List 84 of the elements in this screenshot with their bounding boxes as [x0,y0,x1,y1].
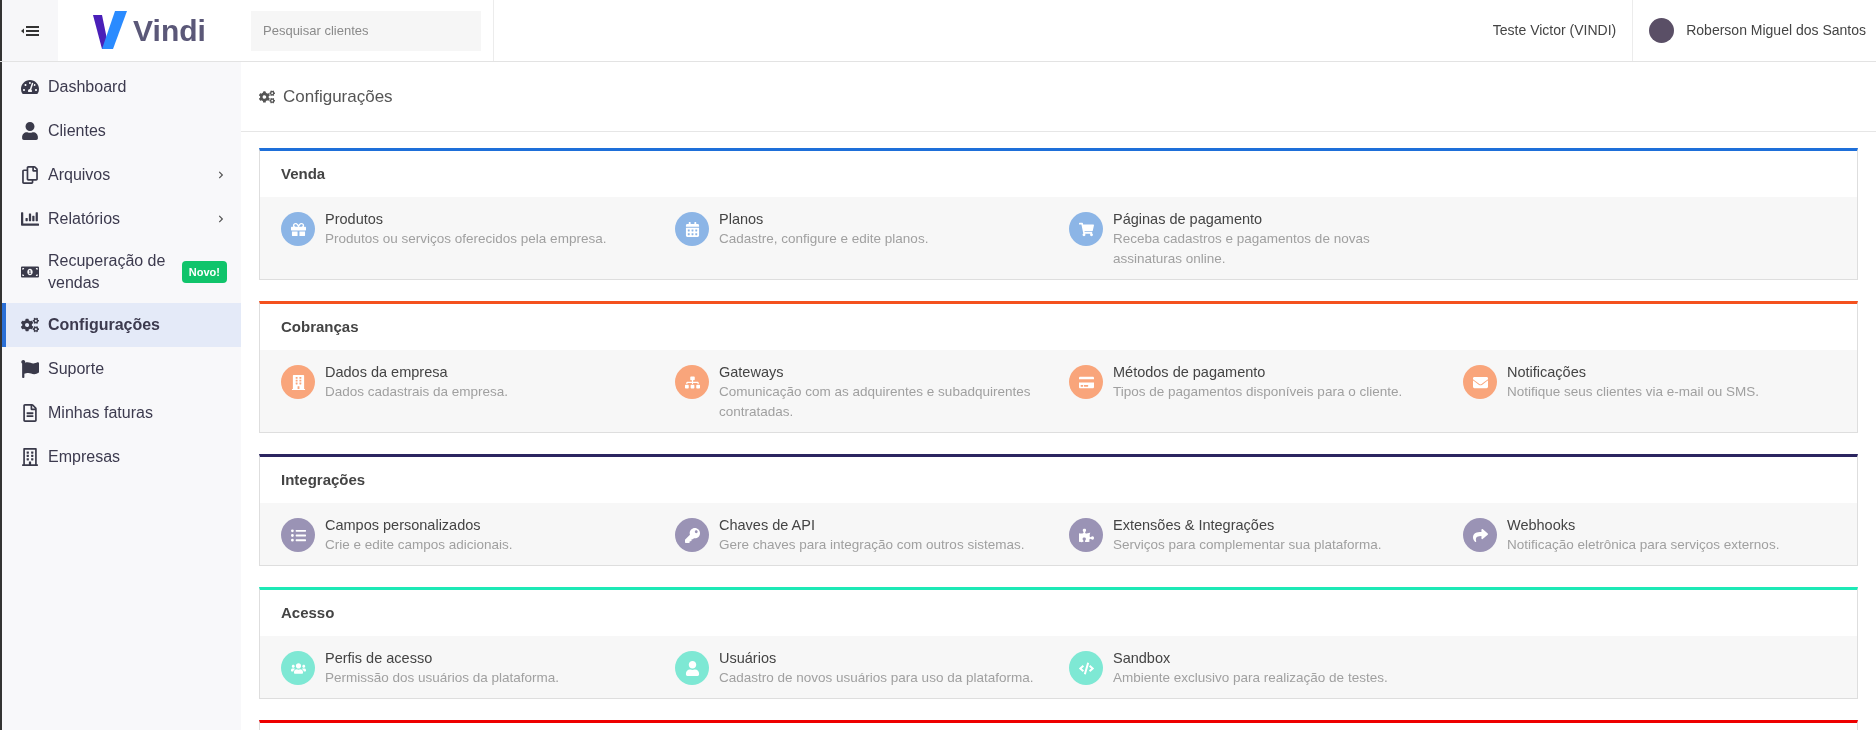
card-heading: Acesso [281,602,335,623]
page-title: Configurações [283,85,393,108]
link-description: Crie e edite campos adicionais. [325,536,513,554]
settings-link[interactable]: Produtos Produtos ou serviços oferecidos pela empresa. [281,210,675,269]
settings-link[interactable]: Notificações Notifique seus clientes via e-mail ou SMS. [1463,363,1857,422]
link-title: Planos [719,210,765,229]
link-title: Gateways [719,363,785,382]
document-icon [21,404,39,422]
settings-link[interactable]: Métodos de pagamento Tipos de pagamentos disponíveis para o cliente. [1069,363,1463,422]
sidebar-item-label: Clientes [48,121,107,141]
link-description: Dados cadastrais da empresa. [325,383,509,401]
sidebar-item[interactable]: Arquivos [2,153,241,197]
sidebar-item-label: Configurações [48,315,161,335]
sidebar-item[interactable]: Recuperação de vendas Novo! [2,241,241,303]
link-title: Sandbox [1113,649,1172,668]
link-description: Receba cadastros e pagamentos de novas assinaturas online. [1113,230,1371,268]
link-title: Campos personalizados [325,516,482,535]
link-title: Produtos [325,210,385,229]
link-description: Produtos ou serviços oferecidos pela empresa. [325,230,607,248]
sidebar-item-label: Relatórios [48,209,122,229]
link-description: Cadastro de novos usuários para uso da plataforma. [719,669,1034,687]
sidebar-item-label: Minhas faturas [48,403,154,423]
sidebar-item-label: Recuperação de vendas [48,251,167,293]
new-badge: Novo! [181,260,227,284]
link-description: Notifique seus clientes via e-mail ou SMS. [1507,383,1760,401]
avatar [1649,18,1675,43]
sidebar-item[interactable]: Empresas [2,435,241,479]
link-description: Permissão dos usuários da plataforma. [325,669,560,687]
link-description: Cadastre, configure e edite planos. [719,230,929,248]
bar-chart-icon [21,210,39,228]
settings-link[interactable]: Webhooks Notificação eletrônica para serviços externos. [1463,516,1857,555]
settings-link[interactable]: Dados da empresa Dados cadastrais da empresa. [281,363,675,422]
settings-icon [259,88,275,105]
link-description: Serviços para complementar sua plataforma. [1113,536,1382,554]
settings-link[interactable]: Extensões & Integrações Serviços para complementar sua plataforma. [1069,516,1463,555]
link-title: Webhooks [1507,516,1577,535]
sidebar-item-label: Empresas [48,447,122,467]
sidebar-item[interactable]: Clientes [2,109,241,153]
settings-link[interactable]: Chaves de API Gere chaves para integração com outros sistemas. [675,516,1069,555]
building-icon [21,448,39,466]
chevron-right-icon [217,171,225,179]
logo-v-icon [93,10,130,51]
link-description: Gere chaves para integração com outros sistemas. [719,536,1025,554]
settings-link[interactable]: Sandbox Ambiente exclusivo para realização de testes. [1069,649,1463,688]
sidebar-item[interactable]: Minhas faturas [2,391,241,435]
sidebar-item-label: Suporte [48,359,106,379]
link-title: Usuários [719,649,778,668]
settings-link[interactable]: Planos Cadastre, configure e edite planos. [675,210,1069,269]
sidebar-item-label: Dashboard [48,77,128,97]
settings-link[interactable]: Usuários Cadastro de novos usuários para uso da plataforma. [675,649,1069,688]
user-name[interactable]: Roberson Miguel dos Santos [1686,20,1866,41]
sidebar-item-label: Arquivos [48,165,112,185]
card-heading: Integrações [281,469,366,490]
sidebar-item[interactable]: Dashboard [2,65,241,109]
settings-link[interactable]: Perfis de acesso Permissão dos usuários da plataforma. [281,649,675,688]
link-title: Páginas de pagamento [1113,210,1264,229]
link-description: Comunicação com as adquirentes e subadquirentes contratadas. [719,383,1032,421]
chevron-right-icon [217,215,225,223]
link-title: Métodos de pagamento [1113,363,1267,382]
link-description: Ambiente exclusivo para realização de testes. [1113,669,1388,687]
flag-icon [21,360,39,378]
link-title: Notificações [1507,363,1587,382]
card-heading: Cobranças [281,316,359,337]
link-title: Perfis de acesso [325,649,434,668]
link-description: Notificação eletrônica para serviços externos. [1507,536,1780,554]
account-name[interactable]: Teste Victor (VINDI) [1492,20,1617,41]
logo-wordmark: Vindi [133,15,206,46]
card-heading: Venda [281,163,326,184]
link-title: Dados da empresa [325,363,449,382]
documents-icon [21,166,39,184]
collapse-menu-icon [21,24,39,37]
settings-link[interactable]: Campos personalizados Crie e edite campos adicionais. [281,516,675,555]
link-title: Extensões & Integrações [1113,516,1276,535]
settings-link[interactable]: Páginas de pagamento Receba cadastros e pagamentos de novas assinaturas online. [1069,210,1463,269]
sidebar-item[interactable]: Suporte [2,347,241,391]
sidebar-item[interactable]: Configurações [2,303,241,347]
sidebar-item[interactable]: Relatórios [2,197,241,241]
link-description: Tipos de pagamentos disponíveis para o cliente. [1113,383,1403,401]
settings-link[interactable]: Gateways Comunicação com as adquirentes e subadquirentes contratadas. [675,363,1069,422]
settings-icon [21,316,39,334]
link-title: Chaves de API [719,516,816,535]
dashboard-gauge-icon [21,78,39,96]
user-icon [21,122,39,140]
search-field[interactable]: Pesquisar clientes [251,10,481,51]
